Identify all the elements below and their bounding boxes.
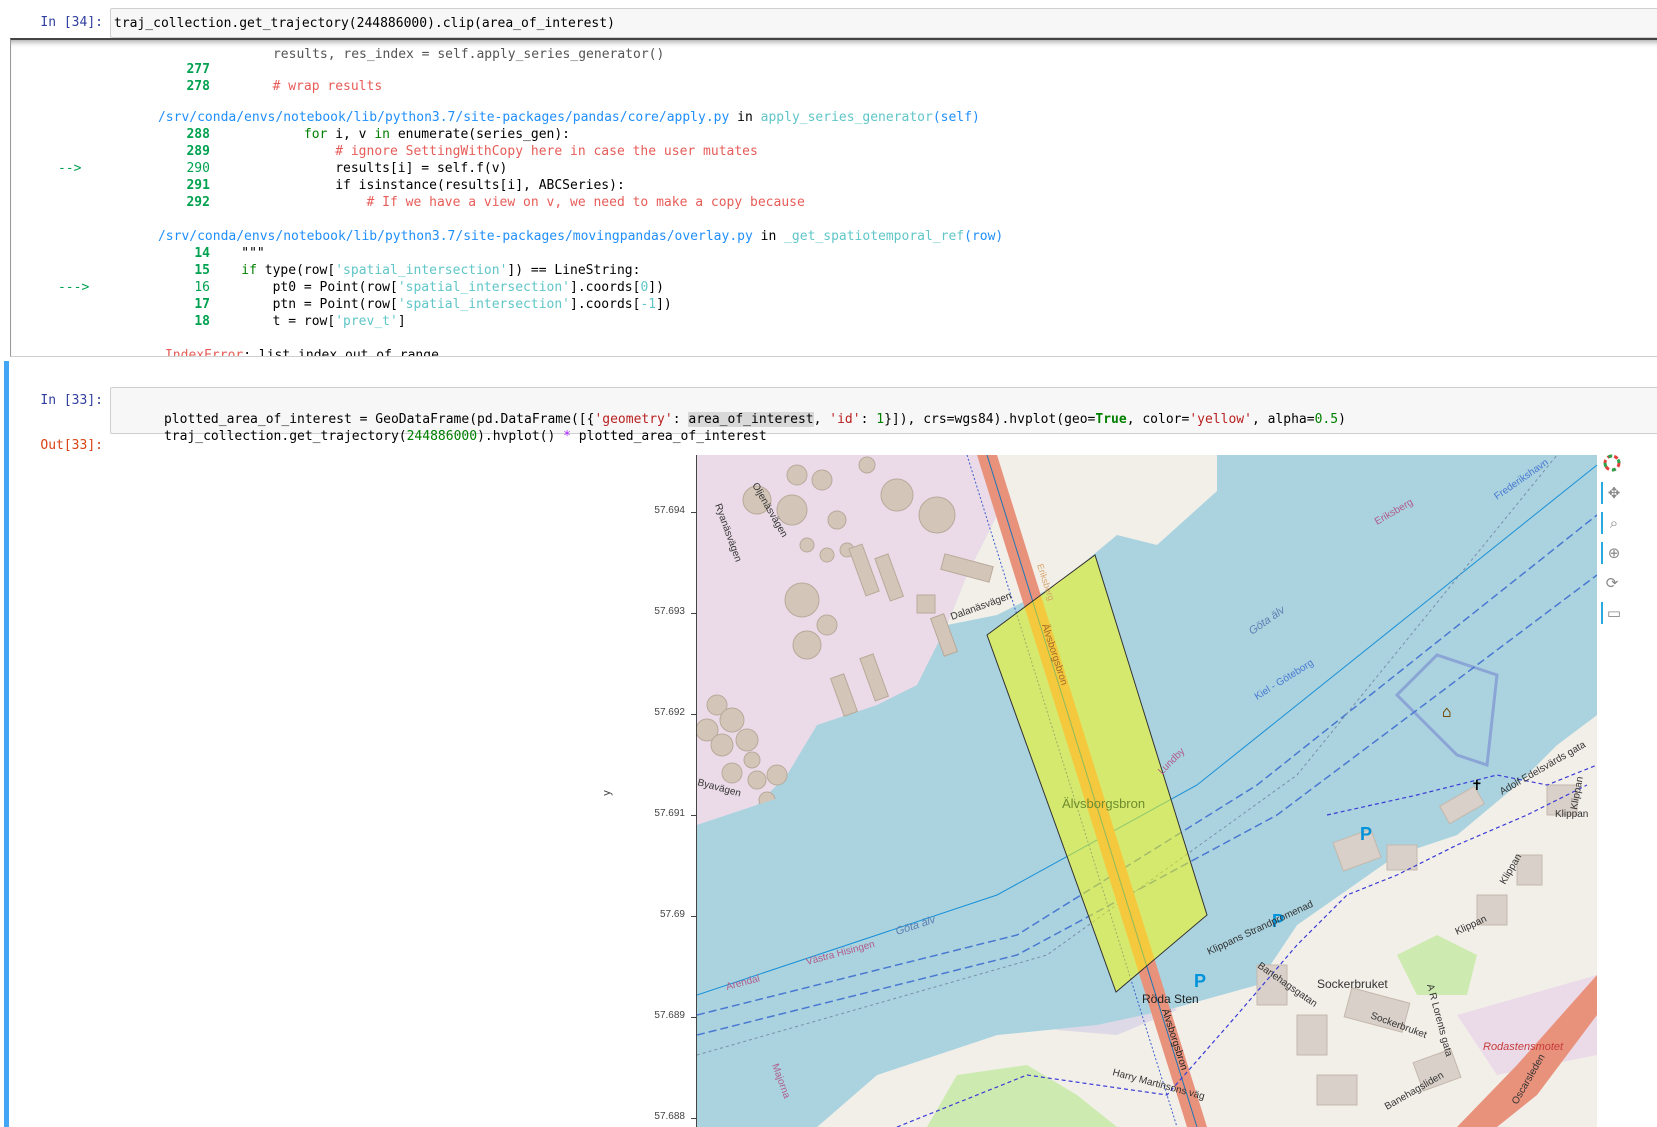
code-token: True bbox=[1095, 412, 1127, 427]
code-token: 'yellow' bbox=[1189, 412, 1252, 427]
function-name: apply_series_generator bbox=[760, 110, 933, 125]
y-axis-label: y bbox=[600, 790, 613, 796]
code-token: plotted_area_of_interest bbox=[570, 429, 767, 444]
code-token: 0.5 bbox=[1314, 412, 1339, 427]
y-tick-label: 57.692 bbox=[654, 707, 685, 718]
y-tick-label: 57.694 bbox=[654, 505, 685, 516]
plot-toolbar: ✥ ⌕ ⊕ ⟳ ▭ bbox=[1597, 452, 1627, 632]
line-number: 18 bbox=[194, 314, 210, 329]
map-plot[interactable]: P P P ⌂ ✝ Älvsborgsbron Göta älv Göta äl… bbox=[697, 455, 1597, 1127]
partial-line-text: results, res_index = self.apply_series_g… bbox=[272, 47, 665, 62]
code-token: , bbox=[813, 412, 830, 427]
bokeh-logo-icon[interactable] bbox=[1601, 452, 1623, 474]
y-tick-label: 57.691 bbox=[654, 808, 685, 819]
in-keyword: in bbox=[752, 229, 785, 244]
traceback-output: results, res_index = self.apply_series_g… bbox=[10, 38, 1657, 357]
code-input[interactable]: plotted_area_of_interest = GeoDataFrame(… bbox=[110, 387, 1657, 444]
code-token: ) bbox=[1338, 412, 1346, 427]
bokeh-logo-icon bbox=[1603, 454, 1621, 472]
y-tick-label: 57.69 bbox=[659, 909, 685, 920]
code-token: , color= bbox=[1126, 412, 1190, 427]
error-text: : list index out of range bbox=[243, 348, 439, 357]
error-name: IndexError bbox=[164, 348, 244, 357]
y-tick-label: 57.689 bbox=[654, 1010, 685, 1021]
line-number: 292 bbox=[186, 195, 210, 210]
code-token: ).hvplot() bbox=[477, 429, 564, 444]
code-token: 'id' bbox=[829, 412, 861, 427]
y-tick-label: 57.688 bbox=[654, 1111, 685, 1122]
wheel-zoom-icon[interactable]: ⊕ bbox=[1601, 542, 1625, 564]
code-token: , alpha= bbox=[1251, 412, 1315, 427]
code-token: traj_collection.get_trajectory( bbox=[163, 429, 407, 444]
code-line: traj_collection.get_trajectory(244886000… bbox=[114, 16, 615, 31]
error-message: IndexError: list index out of range bbox=[118, 330, 439, 357]
map-label-roda-sten: Röda Sten bbox=[1142, 992, 1199, 1006]
parking-marker: P bbox=[1194, 971, 1206, 991]
function-args: (self) bbox=[932, 110, 980, 125]
reset-icon[interactable]: ⟳ bbox=[1601, 572, 1623, 594]
map-label-rodastensmotet: Rodastensmotet bbox=[1483, 1041, 1564, 1053]
line-text: t = row['prev_t'] bbox=[209, 314, 406, 329]
code-token: 1 bbox=[876, 412, 885, 427]
code-token: }]), crs=wgs84).hvplot(geo= bbox=[884, 412, 1096, 427]
hover-icon[interactable]: ▭ bbox=[1601, 602, 1625, 624]
map-svg[interactable]: P P P ⌂ ✝ Älvsborgsbron Göta älv Göta äl… bbox=[697, 455, 1597, 1127]
parking-marker: P bbox=[1360, 824, 1372, 844]
function-name: _get_spatiotemporal_ref bbox=[784, 229, 965, 244]
in-keyword: in bbox=[729, 110, 761, 125]
cell-34: In [34]: traj_collection.get_trajectory(… bbox=[0, 0, 1657, 360]
box-zoom-icon[interactable]: ⌕ bbox=[1601, 512, 1625, 534]
input-prompt: In [33]: bbox=[40, 393, 103, 408]
map-label-klippan: Klippan bbox=[1555, 809, 1588, 820]
y-tick-label: 57.693 bbox=[654, 606, 685, 617]
line-text: # If we have a view on v, we need to mak… bbox=[209, 195, 805, 210]
y-axis: y 57.694 57.693 57.692 57.691 57.69 57.6… bbox=[601, 455, 697, 1127]
church-icon: ✝ bbox=[1472, 775, 1482, 794]
map-label-alvsborgsbron: Älvsborgsbron bbox=[1062, 796, 1145, 811]
output-prompt: Out[33]: bbox=[40, 438, 103, 453]
code-token: * bbox=[563, 429, 571, 444]
code-input[interactable]: traj_collection.get_trajectory(244886000… bbox=[110, 8, 1657, 38]
code-token: 244886000 bbox=[406, 429, 478, 444]
input-prompt: In [34]: bbox=[40, 15, 103, 30]
museum-icon: ⌂ bbox=[1442, 702, 1452, 721]
code-token: : bbox=[860, 412, 877, 427]
function-args: (row) bbox=[964, 229, 1004, 244]
pan-icon[interactable]: ✥ bbox=[1601, 482, 1625, 504]
map-label-sockerbruket: Sockerbruket bbox=[1317, 977, 1388, 991]
